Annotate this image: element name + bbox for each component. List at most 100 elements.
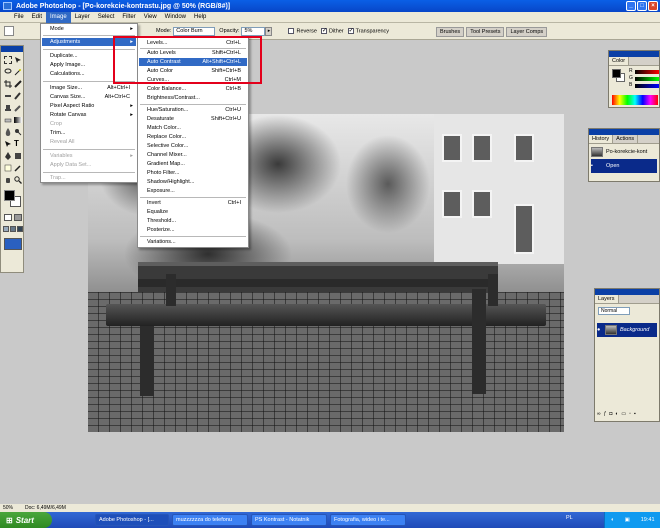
menu-item-match-color[interactable]: Match Color...	[139, 124, 247, 132]
standard-mode-icon[interactable]	[4, 214, 12, 221]
crop-tool-icon[interactable]	[4, 80, 12, 88]
network-icon[interactable]: ▣	[625, 517, 630, 523]
menu-item-hue-saturation[interactable]: Hue/Saturation... Ctrl+U	[139, 106, 247, 114]
lasso-tool-icon[interactable]	[4, 68, 12, 76]
blend-mode-select[interactable]: Normal	[598, 307, 630, 315]
menu-window[interactable]: Window	[161, 12, 190, 23]
shape-tool-icon[interactable]	[14, 152, 22, 160]
menu-edit[interactable]: Edit	[28, 12, 46, 23]
layers-tab[interactable]: Layers	[595, 295, 619, 303]
history-snapshot[interactable]: Po-korekcie-kont	[591, 145, 657, 159]
start-button[interactable]: ⊞ Start	[0, 512, 52, 528]
layer-background[interactable]: ● Background	[597, 323, 657, 337]
path-select-icon[interactable]	[4, 140, 12, 148]
mask-icon[interactable]: ◘	[609, 411, 612, 419]
language-indicator[interactable]: PL	[566, 515, 573, 521]
menu-file[interactable]: File	[10, 12, 28, 23]
color-tab[interactable]: Color	[609, 57, 630, 65]
screen-mode-full-icon[interactable]	[17, 226, 23, 232]
menu-item-color-balance[interactable]: Color Balance... Ctrl+B	[139, 85, 247, 93]
tool-presets-tab[interactable]: Tool Presets	[466, 27, 505, 37]
new-group-icon[interactable]: ▭	[621, 411, 626, 419]
menu-item-selective-color[interactable]: Selective Color...	[139, 142, 247, 150]
task-notepad[interactable]: PS Kontrast - Notatnik	[251, 514, 327, 526]
opacity-field[interactable]: 5%	[241, 26, 266, 36]
marquee-tool-icon[interactable]	[4, 56, 12, 64]
speaker-icon[interactable]: ◖	[610, 517, 613, 523]
menu-item-exposure[interactable]: Exposure...	[139, 187, 247, 195]
close-button[interactable]: ×	[648, 1, 658, 11]
trash-icon[interactable]: ▪	[634, 411, 636, 419]
history-brush-icon[interactable]	[14, 104, 22, 112]
menu-item-photo-filter[interactable]: Photo Filter...	[139, 169, 247, 177]
maximize-button[interactable]: □	[637, 1, 647, 11]
eye-icon[interactable]: ●	[597, 327, 602, 333]
menu-help[interactable]: Help	[190, 12, 210, 23]
screen-mode-standard-icon[interactable]	[3, 226, 9, 232]
screen-mode-full-menu-icon[interactable]	[10, 226, 16, 232]
clone-stamp-icon[interactable]	[4, 104, 12, 112]
opacity-arrow-icon[interactable]: ▸	[265, 26, 273, 36]
menu-item-replace-color[interactable]: Replace Color...	[139, 133, 247, 141]
eraser-tool-icon[interactable]	[4, 116, 12, 124]
menu-select[interactable]: Select	[94, 12, 119, 23]
zoom-tool-icon[interactable]	[14, 176, 22, 184]
eyedropper-tool-icon[interactable]	[14, 164, 22, 172]
type-tool-icon[interactable]: T	[14, 140, 22, 148]
slice-tool-icon[interactable]	[14, 80, 22, 88]
red-slider[interactable]	[635, 70, 659, 74]
menu-item-threshold[interactable]: Threshold...	[139, 217, 247, 225]
mode-select[interactable]: Color Burn	[173, 26, 216, 36]
menu-image[interactable]: Image	[46, 11, 71, 23]
menu-item-variations[interactable]: Variations...	[139, 238, 247, 246]
zoom-level[interactable]: 50%	[3, 504, 13, 512]
color-ramp[interactable]	[612, 95, 658, 105]
transparency-checkbox[interactable]: Transparency	[347, 27, 389, 34]
menu-item-shadow-highlight[interactable]: Shadow/Highlight...	[139, 178, 247, 186]
menu-layer[interactable]: Layer	[71, 12, 94, 23]
notes-tool-icon[interactable]	[4, 164, 12, 172]
menu-item-channel-mixer[interactable]: Channel Mixer...	[139, 151, 247, 159]
menu-item-image-size[interactable]: Image Size... Alt+Ctrl+I	[42, 84, 136, 92]
imageready-jump-icon[interactable]	[4, 238, 22, 250]
menu-item-trim[interactable]: Trim...	[42, 129, 136, 137]
menu-item-desaturate[interactable]: Desaturate Shift+Ctrl+U	[139, 115, 247, 123]
pen-tool-icon[interactable]	[4, 152, 12, 160]
adjustment-layer-icon[interactable]: ◐	[615, 411, 618, 419]
menu-item-equalize[interactable]: Equalize	[139, 208, 247, 216]
brushes-tab[interactable]: Brushes	[436, 27, 465, 37]
quick-mask-icon[interactable]	[14, 214, 22, 221]
menu-item-invert[interactable]: Invert Ctrl+I	[139, 199, 247, 207]
dither-checkbox[interactable]: Dither	[320, 27, 344, 34]
task-browser[interactable]: Fotografia, wideo i te...	[330, 514, 406, 526]
actions-tab[interactable]: Actions	[613, 135, 639, 143]
menu-item-brightness-contrast[interactable]: Brightness/Contrast...	[139, 94, 247, 102]
move-tool-icon[interactable]	[14, 56, 22, 64]
fx-icon[interactable]: ƒ	[604, 411, 607, 419]
minimize-button[interactable]: _	[626, 1, 636, 11]
menu-item-posterize[interactable]: Posterize...	[139, 226, 247, 234]
menu-view[interactable]: View	[140, 12, 161, 23]
menu-item-gradient-map[interactable]: Gradient Map...	[139, 160, 247, 168]
history-tab[interactable]: History	[589, 135, 614, 143]
brush-tool-icon[interactable]	[14, 92, 22, 100]
menu-item-rotate-canvas[interactable]: Rotate Canvas ▸	[42, 111, 136, 119]
tool-preset-icon[interactable]	[4, 26, 14, 36]
new-layer-icon[interactable]: ▫	[629, 411, 631, 419]
gradient-tool-icon[interactable]	[14, 116, 22, 124]
task-folder[interactable]: muzzzzzza do telefonu	[172, 514, 248, 526]
blue-slider[interactable]	[635, 84, 659, 88]
history-state-open[interactable]: ▪ Open	[591, 159, 657, 173]
menu-filter[interactable]: Filter	[118, 12, 139, 23]
hand-tool-icon[interactable]	[4, 176, 12, 184]
reverse-checkbox[interactable]: Reverse	[288, 27, 317, 34]
menu-item-pixel-aspect-ratio[interactable]: Pixel Aspect Ratio ▸	[42, 102, 136, 110]
blur-tool-icon[interactable]	[4, 128, 12, 136]
menu-item-canvas-size[interactable]: Canvas Size... Alt+Ctrl+C	[42, 93, 136, 101]
green-slider[interactable]	[635, 77, 659, 81]
layer-comps-tab[interactable]: Layer Comps	[506, 27, 548, 37]
healing-brush-icon[interactable]	[4, 92, 12, 100]
link-icon[interactable]: ∞	[597, 411, 601, 419]
magic-wand-tool-icon[interactable]	[14, 68, 22, 76]
task-photoshop[interactable]: Adobe Photoshop - [...	[95, 514, 169, 526]
